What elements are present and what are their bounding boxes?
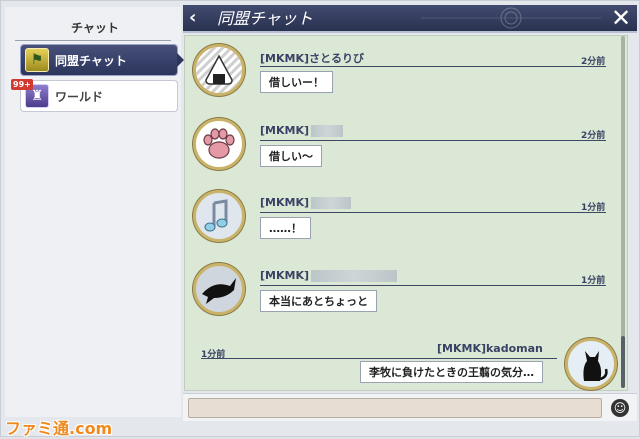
message-bubble: 李牧に負けたときの王翦の気分… <box>360 361 543 383</box>
chat-message-input[interactable] <box>188 398 602 418</box>
scrollbar-thumb[interactable] <box>621 336 625 388</box>
sender-name: [MKMK] <box>260 269 397 282</box>
message-divider <box>201 358 557 359</box>
paw-icon <box>203 128 235 159</box>
chat-header: ‹ 同盟チャット ✕ <box>183 5 637 33</box>
watermark-logo: ファミ通.com <box>5 419 113 438</box>
chat-log[interactable]: [MKMK]さとるりび 2分前 借しいー！ [MKMK] 2分前 借しい〜 [M… <box>184 35 628 391</box>
alliance-flag-icon: ⚑ <box>25 48 49 72</box>
sender-name: [MKMK]さとるりび <box>260 52 364 65</box>
chat-sidebar: チャット ⚑ 同盟チャット 99+ ♜ ワールド <box>5 7 184 417</box>
header-decoration <box>421 7 601 29</box>
message-time: 1分前 <box>581 203 606 213</box>
app-window: チャット ⚑ 同盟チャット 99+ ♜ ワールド ‹ 同盟チャット ✕ [MKM… <box>0 0 640 438</box>
shark-avatar[interactable] <box>193 263 245 315</box>
sender-name: [MKMK] <box>260 124 343 137</box>
chat-message: [MKMK] 2分前 借しい〜 <box>185 114 629 188</box>
message-divider <box>260 140 606 141</box>
sender-name: [MKMK]kadoman <box>437 342 543 355</box>
message-time: 2分前 <box>581 57 606 67</box>
sender-name: [MKMK] <box>260 196 351 209</box>
chat-message: [MKMK]さとるりび 2分前 借しいー！ <box>185 40 629 114</box>
blurred-name <box>311 125 343 137</box>
message-divider <box>260 212 606 213</box>
sidebar-item-label: ワールド <box>55 89 104 104</box>
chat-input-bar: ☺ <box>183 393 637 421</box>
message-time: 2分前 <box>581 131 606 141</box>
blurred-name <box>311 197 351 209</box>
chat-message: [MKMK] 1分前 本当にあとちょっと <box>185 259 629 333</box>
music-note-avatar[interactable] <box>193 190 245 242</box>
onigiri-icon <box>196 47 242 93</box>
onigiri-avatar[interactable] <box>193 44 245 96</box>
cat-avatar[interactable] <box>565 338 617 390</box>
message-time: 1分前 <box>581 276 606 286</box>
shark-icon <box>202 278 236 304</box>
sidebar-item-alliance-chat[interactable]: ⚑ 同盟チャット <box>21 45 184 75</box>
smile-icon[interactable]: ☺ <box>611 399 629 417</box>
message-divider <box>260 66 606 67</box>
close-x-icon[interactable]: ✕ <box>609 5 633 31</box>
message-divider <box>260 285 606 286</box>
unread-badge: 99+ <box>11 79 33 90</box>
blurred-name <box>311 270 397 282</box>
chat-message: [MKMK] 1分前 ‥‥‥！ <box>185 186 629 260</box>
back-chevron-icon[interactable]: ‹ <box>189 8 207 28</box>
paw-avatar[interactable] <box>193 118 245 170</box>
sidebar-item-world[interactable]: 99+ ♜ ワールド <box>11 79 177 111</box>
message-bubble: ‥‥‥！ <box>260 217 312 239</box>
cat-icon <box>583 351 608 381</box>
message-bubble: 借しいー！ <box>260 71 333 93</box>
music-note-icon <box>204 199 228 232</box>
message-bubble: 本当にあとちょっと <box>260 290 377 312</box>
sidebar-title: チャット <box>9 15 181 41</box>
message-bubble: 借しい〜 <box>260 145 322 167</box>
page-title: 同盟チャット <box>217 9 313 28</box>
sidebar-item-label: 同盟チャット <box>55 53 127 68</box>
